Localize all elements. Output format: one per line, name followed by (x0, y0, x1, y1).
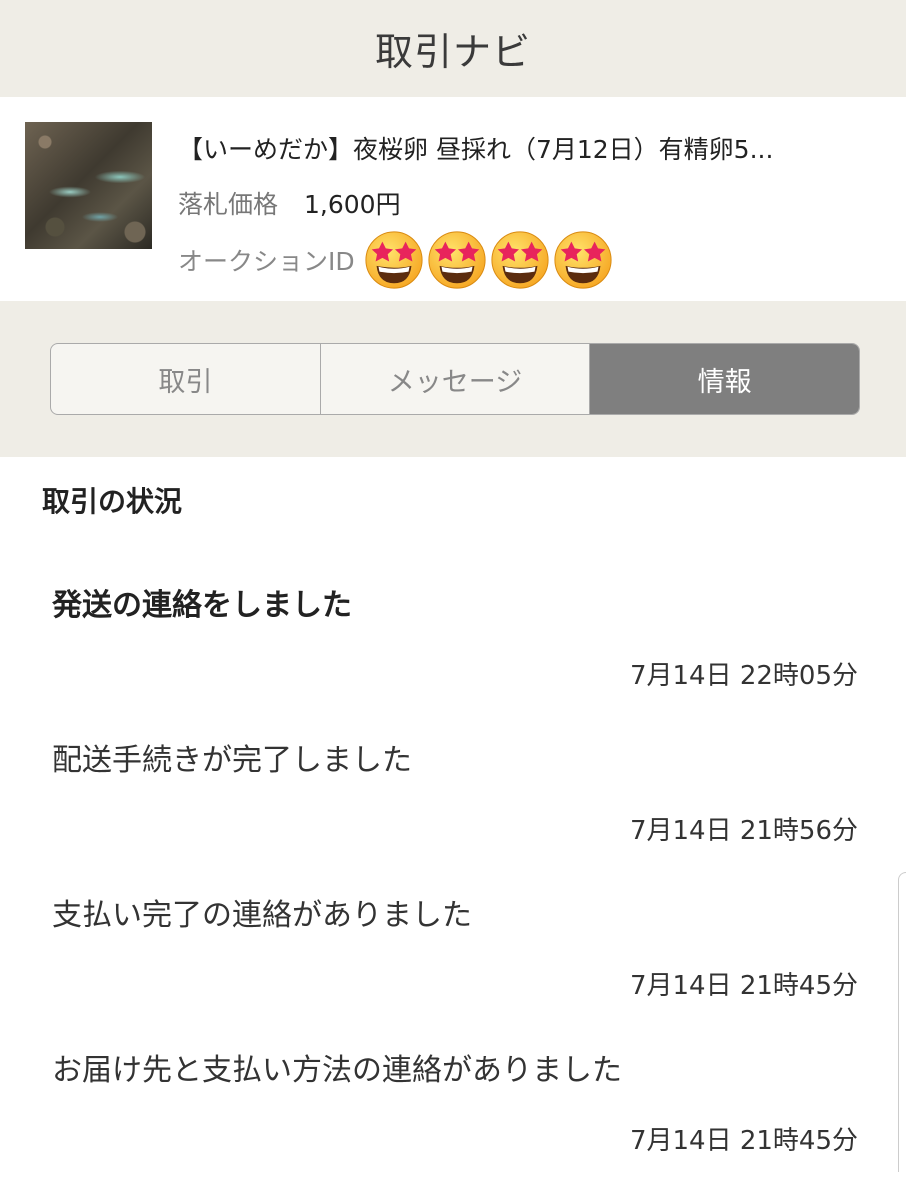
status-event-time: 7月14日 21時56分 (629, 816, 858, 846)
tab-transaction[interactable]: 取引 (51, 344, 320, 414)
page-title: 取引ナビ (374, 30, 531, 74)
scroll-indicator[interactable] (898, 872, 906, 1172)
section-title: 取引の状況 (42, 485, 183, 518)
star-struck-emoji-icon (554, 231, 612, 289)
item-thumbnail[interactable] (25, 122, 152, 249)
tab-messages[interactable]: メッセージ (319, 344, 590, 414)
status-event-text: 配送手続きが完了しました (52, 743, 412, 778)
star-struck-emoji-icon (491, 231, 549, 289)
status-event-text: お届け先と支払い方法の連絡がありました (52, 1053, 622, 1088)
price-value: 1,600円 (304, 190, 401, 219)
star-struck-emoji-icon (428, 231, 486, 289)
status-event-time: 7月14日 21時45分 (629, 971, 858, 1001)
header-bar: 取引ナビ (0, 0, 906, 97)
status-event-time: 7月14日 22時05分 (629, 661, 858, 691)
star-struck-emoji-icon (365, 231, 423, 289)
status-event-text: 発送の連絡をしました (52, 588, 352, 623)
item-title[interactable]: 【いーめだか】夜桜卵 昼採れ（7月12日）有精卵5... (178, 130, 878, 166)
tab-info[interactable]: 情報 (589, 344, 859, 414)
price-label: 落札価格 (178, 190, 279, 219)
auction-id-mask (363, 229, 615, 291)
status-event-text: 支払い完了の連絡がありました (52, 898, 472, 933)
status-event-time: 7月14日 21時45分 (629, 1126, 858, 1156)
tabs-band: 取引 メッセージ 情報 (0, 301, 906, 457)
auction-id-label: オークションID (178, 247, 355, 276)
price-row: 落札価格 1,600円 (178, 185, 401, 221)
segmented-tabs: 取引 メッセージ 情報 (50, 343, 860, 415)
auction-id-row: オークションID (178, 229, 615, 291)
